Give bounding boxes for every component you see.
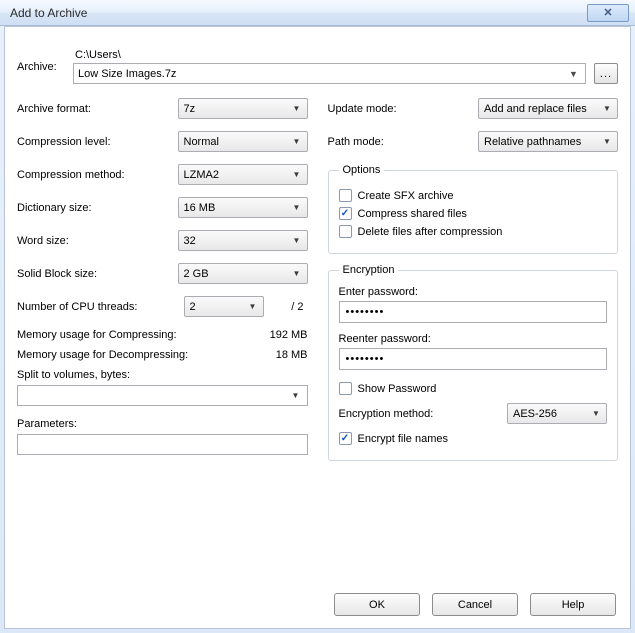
encrypt-names-label: Encrypt file names	[358, 433, 448, 445]
dict-label: Dictionary size:	[17, 202, 178, 214]
reenter-pw-label: Reenter password:	[339, 333, 608, 345]
chevron-down-icon: ▼	[290, 104, 304, 113]
word-combo[interactable]: 32 ▼	[178, 230, 308, 251]
params-input[interactable]	[17, 434, 308, 455]
dialog-frame: Archive: C:\Users\ Low Size Images.7z ▼ …	[4, 26, 631, 629]
close-icon: ✕	[603, 6, 612, 19]
sfx-checkbox[interactable]	[339, 189, 352, 202]
show-pw-checkbox[interactable]	[339, 382, 352, 395]
params-label: Parameters:	[17, 418, 308, 430]
chevron-down-icon: ▼	[246, 302, 260, 311]
browse-label: ...	[600, 68, 612, 80]
archive-path: C:\Users\	[73, 49, 618, 61]
solid-label: Solid Block size:	[17, 268, 178, 280]
options-legend: Options	[339, 164, 385, 176]
archive-filename-combo[interactable]: Low Size Images.7z ▼	[73, 63, 586, 84]
sfx-label: Create SFX archive	[358, 190, 454, 202]
split-label: Split to volumes, bytes:	[17, 369, 308, 381]
split-combo[interactable]: ▼	[17, 385, 308, 406]
chevron-down-icon: ▼	[600, 137, 614, 146]
archive-label: Archive:	[17, 49, 73, 73]
enc-method-combo[interactable]: AES-256 ▼	[507, 403, 607, 424]
chevron-down-icon: ▼	[589, 409, 603, 418]
pathmode-combo[interactable]: Relative pathnames ▼	[478, 131, 618, 152]
chevron-down-icon: ▼	[566, 64, 581, 83]
encryption-legend: Encryption	[339, 264, 399, 276]
shared-label: Compress shared files	[358, 208, 467, 220]
shared-checkbox[interactable]	[339, 207, 352, 220]
chevron-down-icon: ▼	[290, 269, 304, 278]
encrypt-names-checkbox[interactable]	[339, 432, 352, 445]
delete-checkbox[interactable]	[339, 225, 352, 238]
method-label: Compression method:	[17, 169, 178, 181]
chevron-down-icon: ▼	[290, 203, 304, 212]
cpu-label: Number of CPU threads:	[17, 301, 184, 313]
update-combo[interactable]: Add and replace files ▼	[478, 98, 618, 119]
pathmode-label: Path mode:	[328, 136, 479, 148]
chevron-down-icon: ▼	[290, 137, 304, 146]
chevron-down-icon: ▼	[600, 104, 614, 113]
window-title: Add to Archive	[10, 6, 87, 20]
format-label: Archive format:	[17, 103, 178, 115]
cpu-total: / 2	[264, 301, 308, 313]
help-button[interactable]: Help	[530, 593, 616, 616]
word-label: Word size:	[17, 235, 178, 247]
chevron-down-icon: ▼	[290, 170, 304, 179]
dict-combo[interactable]: 16 MB ▼	[178, 197, 308, 218]
archive-filename-value: Low Size Images.7z	[78, 68, 566, 80]
enc-method-label: Encryption method:	[339, 408, 500, 420]
close-button[interactable]: ✕	[587, 4, 629, 22]
mem-decomp-label: Memory usage for Decompressing:	[17, 349, 188, 361]
titlebar: Add to Archive ✕	[0, 0, 635, 26]
method-combo[interactable]: LZMA2 ▼	[178, 164, 308, 185]
cpu-combo[interactable]: 2 ▼	[184, 296, 264, 317]
mem-decomp-value: 18 MB	[276, 349, 308, 361]
solid-combo[interactable]: 2 GB ▼	[178, 263, 308, 284]
level-label: Compression level:	[17, 136, 178, 148]
enter-pw-label: Enter password:	[339, 286, 608, 298]
options-group: Options Create SFX archive Compress shar…	[328, 164, 619, 254]
chevron-down-icon: ▼	[290, 236, 304, 245]
enter-pw-input[interactable]	[339, 301, 608, 323]
browse-button[interactable]: ...	[594, 63, 618, 84]
mem-comp-label: Memory usage for Compressing:	[17, 329, 177, 341]
delete-label: Delete files after compression	[358, 226, 503, 238]
format-combo[interactable]: 7z ▼	[178, 98, 308, 119]
show-pw-label: Show Password	[358, 383, 437, 395]
chevron-down-icon: ▼	[289, 391, 303, 400]
level-combo[interactable]: Normal ▼	[178, 131, 308, 152]
cancel-button[interactable]: Cancel	[432, 593, 518, 616]
update-label: Update mode:	[328, 103, 479, 115]
ok-button[interactable]: OK	[334, 593, 420, 616]
reenter-pw-input[interactable]	[339, 348, 608, 370]
mem-comp-value: 192 MB	[270, 329, 308, 341]
encryption-group: Encryption Enter password: Reenter passw…	[328, 264, 619, 461]
